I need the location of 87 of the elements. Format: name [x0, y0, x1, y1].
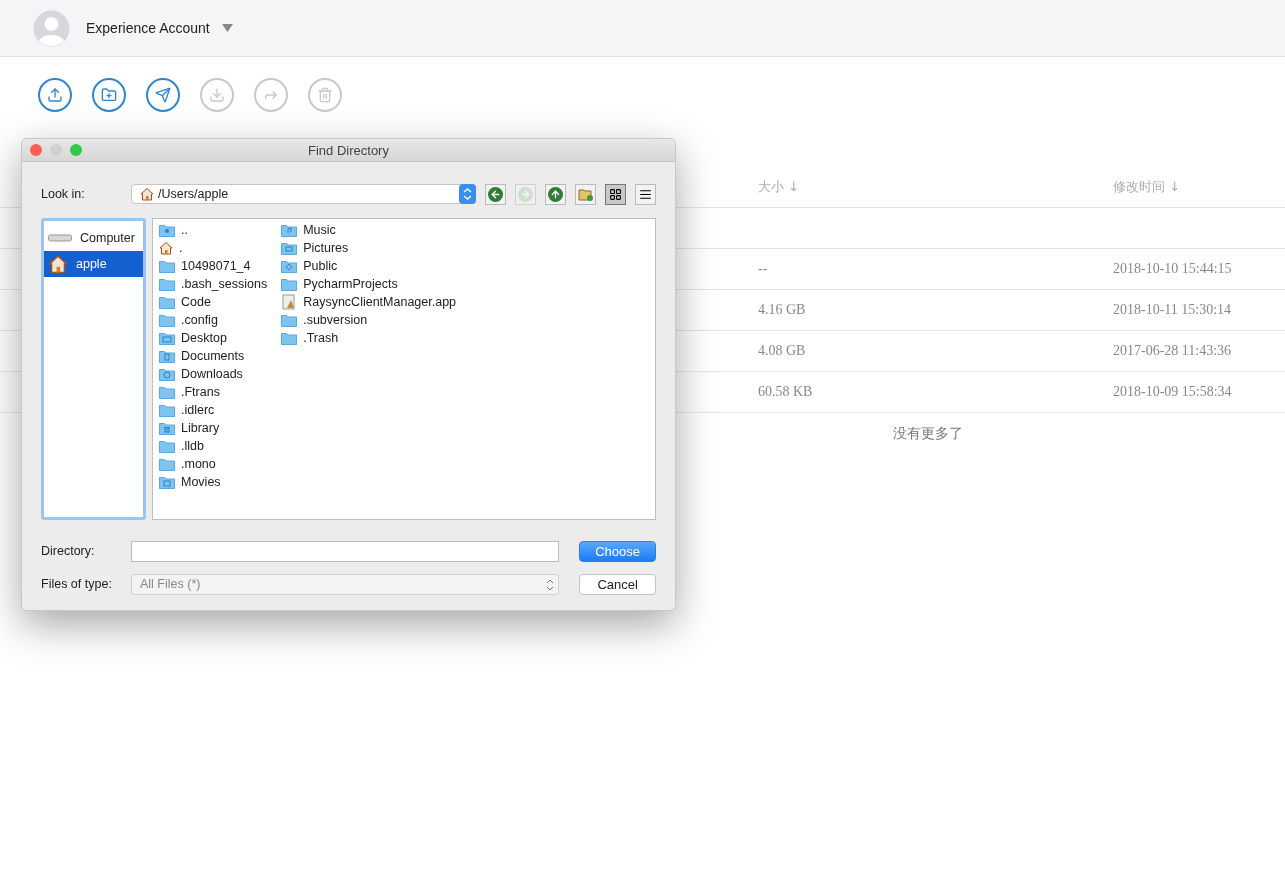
close-button[interactable]	[30, 144, 42, 156]
upload-icon	[47, 87, 63, 103]
folder-icon	[281, 331, 298, 345]
house-icon	[140, 187, 154, 201]
modified-cell-text: 2018-10-11 15:30:14	[1113, 302, 1233, 318]
cancel-button[interactable]: Cancel	[579, 573, 656, 595]
paper-plane-icon	[155, 87, 171, 103]
file-name[interactable]: Code	[181, 295, 211, 309]
folder-icon	[281, 259, 298, 273]
folder-icon	[159, 457, 175, 471]
file-name[interactable]: .bash_sessions	[181, 277, 268, 291]
upload-button[interactable]	[38, 78, 72, 112]
look-in-label: Look in:	[41, 187, 86, 201]
file-name[interactable]: Public	[303, 259, 338, 273]
directory-field[interactable]	[131, 540, 560, 562]
up-button[interactable]	[545, 183, 566, 205]
dropdown-caret-icon[interactable]	[221, 24, 233, 32]
size-cell-text: 4.16 GB	[758, 302, 807, 318]
file-name[interactable]: .Ftrans	[181, 385, 220, 399]
folder-icon	[159, 421, 175, 435]
zoom-button[interactable]	[70, 144, 82, 156]
folder-icon	[281, 277, 298, 291]
file-name[interactable]: .mono	[181, 457, 216, 471]
sidebar-item[interactable]: apple	[44, 251, 143, 277]
folder-icon	[159, 295, 175, 309]
file-name[interactable]: .Trash	[303, 331, 339, 345]
modified-cell-text: 2017-06-28 11:43:36	[1113, 343, 1233, 359]
back-button[interactable]	[485, 183, 506, 205]
file-name[interactable]: RaysyncClientManager.app	[303, 295, 457, 309]
size-cell-text: 60.58 KB	[758, 384, 814, 400]
house-icon	[48, 254, 68, 274]
file-name[interactable]: Movies	[181, 475, 221, 489]
house-icon	[159, 241, 173, 255]
new-folder-button[interactable]	[92, 78, 126, 112]
file-name[interactable]: .	[179, 241, 183, 255]
list-view-button[interactable]	[635, 183, 656, 205]
size-cell-text: --	[758, 261, 769, 277]
folder-icon	[281, 313, 298, 327]
folder-icon	[159, 223, 175, 237]
file-name[interactable]: 10498071_4	[181, 259, 251, 273]
file-name[interactable]: Documents	[181, 349, 245, 363]
updown-arrows-icon	[459, 184, 476, 204]
file-name[interactable]: Pictures	[303, 241, 349, 255]
file-name[interactable]: .subversion	[303, 313, 368, 327]
file-name[interactable]: .config	[181, 313, 218, 327]
directory-label: Directory:	[41, 544, 96, 558]
window-title: Find Directory	[308, 142, 389, 158]
folder-icon	[159, 277, 175, 291]
file-name[interactable]: .idlerc	[181, 403, 215, 417]
file-name[interactable]: Desktop	[181, 331, 227, 345]
folder-icon	[159, 403, 175, 417]
folder-icon	[159, 313, 175, 327]
folder-icon	[159, 349, 175, 363]
folder-icon	[159, 475, 175, 489]
modified-cell-text: 2018-10-10 15:44:15	[1113, 261, 1233, 277]
file-name[interactable]: Downloads	[181, 367, 243, 381]
file-name[interactable]: Music	[303, 223, 336, 237]
list-view-icon	[639, 187, 652, 201]
folder-icon	[159, 259, 175, 273]
icon-view-button[interactable]	[605, 183, 626, 205]
files-of-type-label: Files of type:	[41, 577, 113, 591]
folder-icon	[159, 439, 175, 453]
new-folder-icon	[577, 186, 594, 202]
app-file-icon	[281, 294, 298, 310]
folder-icon	[159, 367, 175, 381]
folder-plus-icon	[101, 87, 117, 103]
send-button[interactable]	[146, 78, 180, 112]
sidebar-item[interactable]: Computer	[44, 225, 143, 251]
drive-icon	[48, 234, 72, 242]
file-name[interactable]: Library	[181, 421, 220, 435]
download-icon	[209, 87, 225, 103]
size-cell-text: 4.08 GB	[758, 343, 807, 359]
grid-view-icon	[609, 187, 622, 201]
file-name[interactable]: PycharmProjects	[303, 277, 398, 291]
folder-icon	[281, 223, 298, 237]
look-in-dropdown[interactable]: /Users/apple	[131, 184, 476, 204]
modified-cell-text: 2018-10-09 15:58:34	[1113, 384, 1233, 400]
folder-icon	[281, 241, 298, 255]
new-folder-button[interactable]	[575, 183, 596, 205]
file-name[interactable]: ..	[181, 223, 188, 237]
folder-icon	[159, 331, 175, 345]
folder-icon	[159, 385, 175, 399]
file-name[interactable]: .lldb	[181, 439, 204, 453]
updown-arrows-icon	[546, 578, 555, 591]
no-more-text: 没有更多了	[893, 425, 963, 441]
account-name[interactable]: Experience Account	[86, 20, 210, 36]
trash-icon	[317, 87, 333, 103]
